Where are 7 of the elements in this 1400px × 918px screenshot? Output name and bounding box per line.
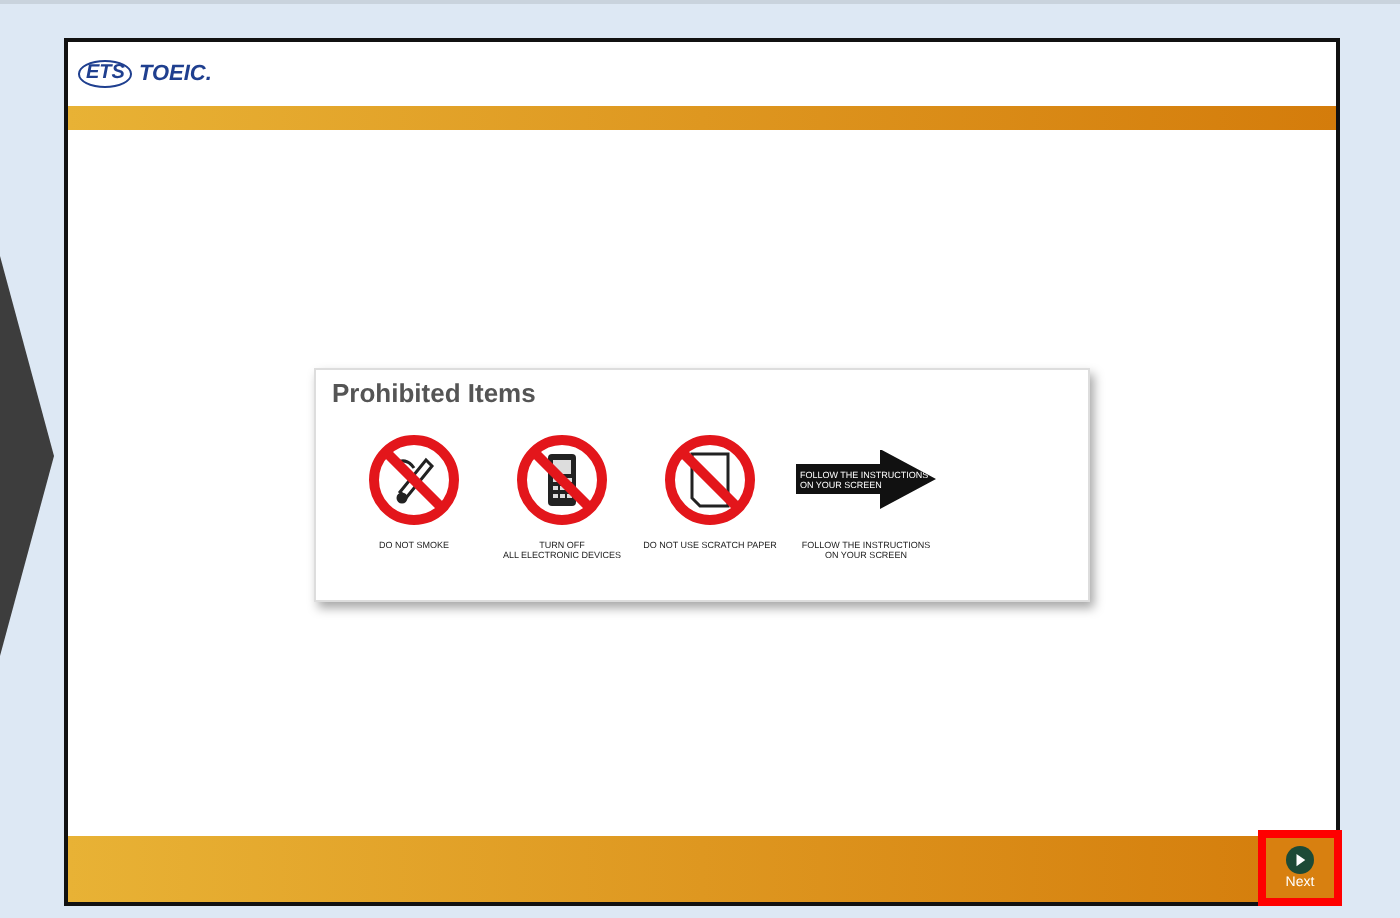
logo: ETS TOEIC. bbox=[78, 60, 212, 88]
no-paper-icon bbox=[662, 431, 758, 527]
play-icon bbox=[1286, 846, 1314, 874]
no-phone-icon bbox=[514, 431, 610, 527]
no-smoking-icon bbox=[366, 431, 462, 527]
card-title: Prohibited Items bbox=[332, 377, 538, 407]
chevron-right-icon[interactable] bbox=[0, 256, 54, 656]
